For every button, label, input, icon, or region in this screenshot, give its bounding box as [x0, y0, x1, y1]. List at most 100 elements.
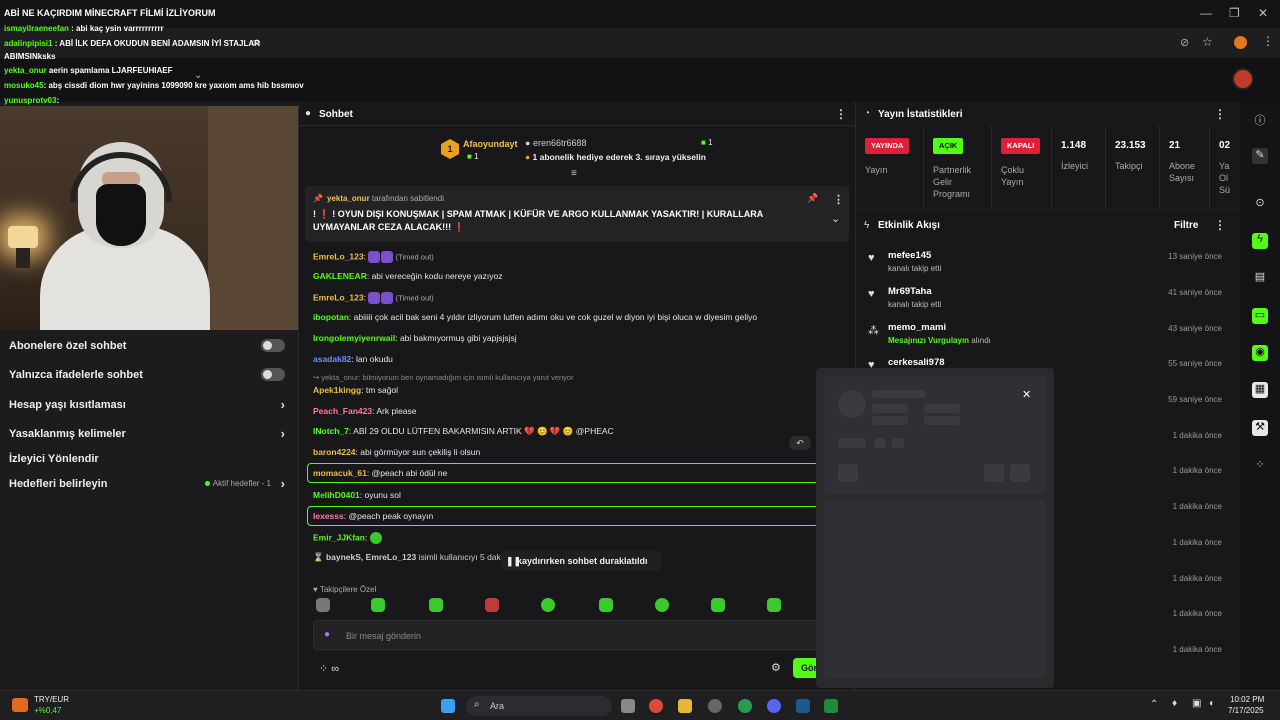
- chat-message[interactable]: EmreLo_123: (Timed out): [313, 292, 434, 304]
- clock-date[interactable]: 7/17/2025: [1228, 706, 1264, 715]
- emote-icon[interactable]: [371, 598, 385, 612]
- gear-icon[interactable]: ⚙: [771, 661, 781, 674]
- top-gifter-name[interactable]: Afaoyundayt: [463, 139, 518, 149]
- site-header: ⌄: [0, 58, 1280, 102]
- gift-cta[interactable]: ● 1 abonelik hediye ederek 3. sıraya yük…: [525, 152, 706, 162]
- weather-icon[interactable]: [12, 698, 28, 712]
- stream-stats-panel: ◔ Yayın İstatistikleri ⋮ YAYINDA Yayın AÇ…: [856, 102, 1240, 208]
- unpin-icon[interactable]: 📌: [807, 193, 818, 204]
- app-icon[interactable]: [738, 699, 752, 713]
- message-input[interactable]: ● Bir mesaj gönderin: [313, 620, 833, 650]
- pinned-menu-icon[interactable]: ⋮: [833, 193, 844, 206]
- windows-start-icon[interactable]: [441, 699, 455, 713]
- emote-icon[interactable]: [599, 598, 613, 612]
- app-icon[interactable]: [708, 699, 722, 713]
- reply-context[interactable]: ↪ yekta_onur: bilmiyorum ben oynamadığım…: [313, 373, 574, 382]
- lightning-icon[interactable]: ϟ: [1252, 233, 1268, 249]
- discord-icon[interactable]: [767, 699, 781, 713]
- activity-item[interactable]: ⁂ memo_mami Mesajınızı Vurgulayın alındı 43…: [868, 322, 1228, 345]
- task-view-icon[interactable]: [621, 699, 635, 713]
- subscribers-only-toggle[interactable]: [261, 339, 285, 352]
- minimize-icon[interactable]: —: [1200, 6, 1212, 20]
- browser-menu-icon[interactable]: ⋮: [1262, 34, 1274, 48]
- expand-icon[interactable]: ≡: [571, 168, 577, 179]
- chat-message[interactable]: baron4224: abi görmüyor sun çekiliş li o…: [313, 447, 480, 457]
- setting-subscribers-only[interactable]: Abonelere özel sohbet: [9, 339, 293, 352]
- maximize-icon[interactable]: ❐: [1229, 6, 1240, 20]
- chat-message[interactable]: asadak82: lan okudu: [313, 354, 393, 364]
- dots-icon[interactable]: ⁘: [1252, 458, 1268, 474]
- gift-icon: ■: [467, 152, 472, 161]
- microphone-icon[interactable]: ●: [324, 629, 330, 640]
- volume-icon[interactable]: ◖: [1208, 698, 1214, 709]
- chat-message[interactable]: Emir_JJKfan:: [313, 532, 382, 544]
- ticker-label[interactable]: TRY/EUR: [34, 695, 69, 704]
- emote-icon[interactable]: [541, 598, 555, 612]
- emote-icon[interactable]: [485, 598, 499, 612]
- extension-icon[interactable]: [1234, 36, 1247, 49]
- gifter-name[interactable]: ● eren66tr6688: [525, 138, 587, 148]
- search-box[interactable]: ⌕ Ara: [466, 696, 612, 716]
- clock-time[interactable]: 10:02 PM: [1230, 695, 1264, 704]
- setting-banned-words[interactable]: Yasaklanmış kelimeler ›: [9, 426, 293, 441]
- emote-icon[interactable]: [655, 598, 669, 612]
- target-icon[interactable]: ⊙: [1252, 196, 1268, 212]
- filter-button[interactable]: Filtre: [1174, 220, 1198, 231]
- chat-message[interactable]: EmreLo_123: (Timed out): [313, 251, 434, 263]
- chat-message[interactable]: GAKLENEAR: abi vereceğin kodu nereye yaz…: [313, 271, 502, 281]
- stats-menu-icon[interactable]: ⋮: [1214, 107, 1226, 121]
- chat-message[interactable]: INotch_7: ABİ 29 OLDU LÜTFEN BAKARMISIN …: [313, 426, 614, 437]
- activity-item[interactable]: ♥ cerkesali978 55 saniye önce: [868, 357, 1228, 371]
- emote-icon[interactable]: [711, 598, 725, 612]
- pencil-icon[interactable]: ✎: [1252, 148, 1268, 164]
- chevron-down-icon[interactable]: ⌄: [831, 212, 840, 225]
- excel-icon[interactable]: [824, 699, 838, 713]
- star-icon[interactable]: ☆: [1202, 35, 1213, 49]
- close-icon[interactable]: ✕: [1022, 388, 1031, 401]
- chat-message[interactable]: lexesss: @peach peak oynayın: [313, 511, 433, 521]
- document-icon[interactable]: ▤: [1252, 270, 1268, 286]
- chart-icon: ◔: [864, 108, 871, 119]
- wrench-icon[interactable]: ⚒: [1252, 420, 1268, 436]
- activity-item[interactable]: ♥ Mr69Taha kanalı takip etti 41 saniye önce: [868, 286, 1228, 309]
- broadcast-icon[interactable]: ◉: [1252, 345, 1268, 361]
- chat-message[interactable]: MelihD0401: oyunu sol: [313, 490, 401, 500]
- chat-message[interactable]: Peach_Fan423: Ark please: [313, 406, 417, 416]
- setting-account-age[interactable]: Hesap yaşı kısıtlaması ›: [9, 397, 293, 412]
- emote-icon[interactable]: [316, 598, 330, 612]
- chat-message[interactable]: ibopotan: abiiiii çok acil bak seni 4 yı…: [313, 312, 757, 322]
- setting-raid[interactable]: İzleyici Yönlendir: [9, 453, 293, 465]
- user-avatar[interactable]: [1232, 68, 1254, 90]
- undo-icon[interactable]: ↶: [789, 436, 811, 450]
- emotes-only-toggle[interactable]: [261, 368, 285, 381]
- network-icon[interactable]: ▣: [1192, 698, 1201, 709]
- emote-icon[interactable]: [429, 598, 443, 612]
- followers-only-label: ♥ Takipçilere Özel: [313, 585, 377, 594]
- microphone-icon[interactable]: ♦: [1172, 698, 1177, 709]
- emote-icon[interactable]: [767, 598, 781, 612]
- steam-icon[interactable]: [796, 699, 810, 713]
- points-icon[interactable]: ⁘ ∞: [319, 662, 339, 675]
- chat-message[interactable]: momacuk_61: @peach abi ödül ne: [313, 468, 447, 478]
- info-icon[interactable]: ⓘ: [1252, 112, 1268, 128]
- setting-goals[interactable]: Hedefleri belirleyin Aktif hedefler - 1 ›: [9, 476, 293, 491]
- layout-icon[interactable]: ▦: [1252, 382, 1268, 398]
- chevron-down-icon[interactable]: ⌄: [194, 70, 202, 81]
- folder-icon[interactable]: [678, 699, 692, 713]
- chrome-icon[interactable]: [649, 699, 663, 713]
- chevron-up-icon[interactable]: ⌃: [1150, 699, 1158, 710]
- chat-paused-banner[interactable]: ❚❚ kaydırırken sohbet duraklatıldı: [501, 551, 661, 571]
- heart-icon: ♥: [868, 288, 875, 300]
- chat-message[interactable]: Irongolemyiyenrwail: abi bakmıyormuş gib…: [313, 333, 517, 343]
- chat-message[interactable]: Apek1kingg: tm sağol: [313, 385, 398, 395]
- chat-menu-icon[interactable]: ⋮: [835, 107, 847, 121]
- os-taskbar: TRY/EUR +%0,47 ⌕ Ara ⌃ ♦ ▣ ◖ 10:02 PM 7/…: [0, 690, 1280, 720]
- activity-item[interactable]: ♥ mefee145 kanalı takip etti 13 saniye önce: [868, 250, 1228, 273]
- chevron-right-icon: ›: [280, 476, 285, 491]
- setting-emotes-only[interactable]: Yalnızca ifadelerle sohbet: [9, 368, 293, 381]
- activity-menu-icon[interactable]: ⋮: [1214, 218, 1226, 232]
- user-card-popup: ✕: [816, 368, 1054, 688]
- eye-off-icon[interactable]: ⊘: [1180, 36, 1189, 49]
- chat-icon[interactable]: ▭: [1252, 308, 1268, 324]
- close-window-icon[interactable]: ✕: [1258, 6, 1268, 20]
